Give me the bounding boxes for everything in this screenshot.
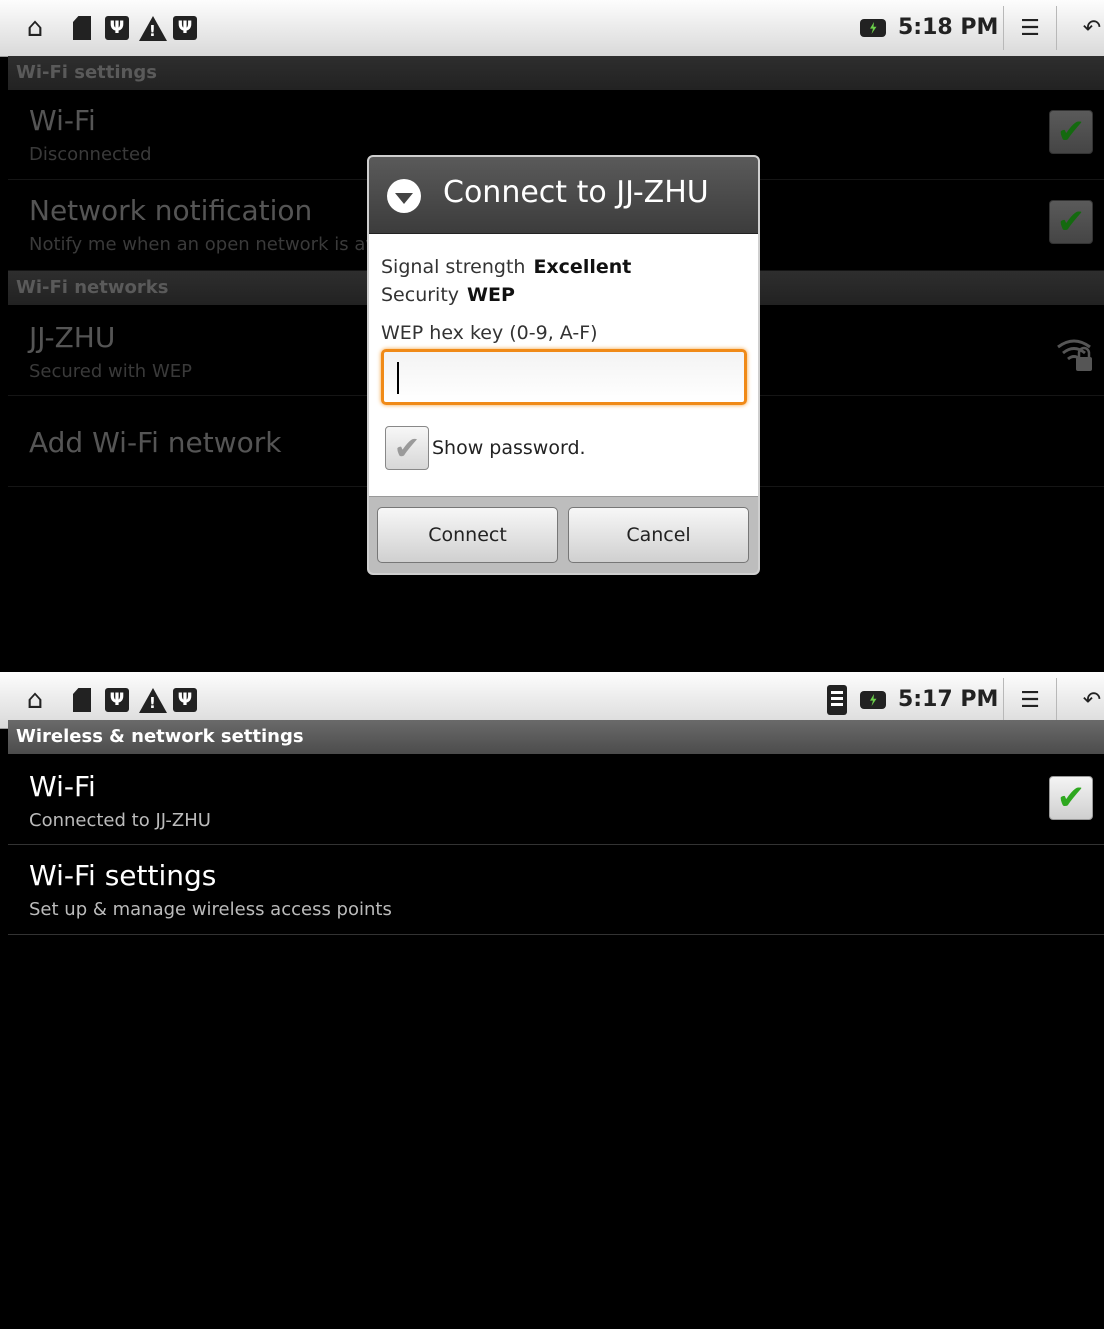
home-icon[interactable]: ⌂ <box>20 685 50 715</box>
show-password-label[interactable]: Show password. <box>432 437 586 459</box>
pref-title: Network notification <box>29 194 313 227</box>
pref-summary: Set up & manage wireless access points <box>29 899 392 920</box>
wifi-signal-icon <box>826 685 848 715</box>
dropdown-arrow-icon <box>387 179 421 213</box>
warning-icon: ! <box>138 686 168 714</box>
wep-key-label: WEP hex key (0-9, A-F) <box>381 322 598 344</box>
usb-icon: Ψ <box>172 686 198 714</box>
back-icon[interactable]: ↶ <box>1080 14 1104 42</box>
pref-title: Add Wi-Fi network <box>29 426 282 459</box>
pref-title: Wi-Fi <box>29 104 96 137</box>
wifi-settings-pref[interactable]: Wi-Fi settings Set up & manage wireless … <box>8 845 1104 935</box>
sd-card-icon <box>72 686 92 714</box>
dialog-title-bar: Connect to JJ-ZHU <box>369 157 758 234</box>
pref-summary: Disconnected <box>29 144 152 165</box>
status-bar: ⌂ Ψ ! Ψ 5:18 PM ☰ ↶ <box>0 0 1104 57</box>
security-value: WEP <box>467 284 515 306</box>
network-security-summary: Secured with WEP <box>29 361 192 382</box>
warning-icon: ! <box>138 14 168 42</box>
usb-icon: Ψ <box>172 14 198 42</box>
wifi-lock-icon <box>1054 333 1094 373</box>
network-ssid: JJ-ZHU <box>29 321 116 354</box>
dialog-button-bar: Connect Cancel <box>369 496 758 573</box>
sd-card-icon <box>72 14 92 42</box>
menu-icon[interactable]: ☰ <box>1018 14 1042 42</box>
battery-icon <box>858 686 888 714</box>
dialog-body: Signal strength Excellent Security WEP WEP… <box>369 234 758 496</box>
security-label: Security <box>381 284 460 306</box>
signal-strength-label: Signal strength <box>381 256 526 278</box>
connect-button[interactable]: Connect <box>377 507 558 563</box>
clock: 5:18 PM <box>898 15 999 40</box>
text-cursor <box>397 362 399 394</box>
section-header-wireless-network: Wireless & network settings <box>8 720 1104 754</box>
pref-title: Wi-Fi settings <box>29 859 217 892</box>
signal-strength-row: Signal strength Excellent <box>381 256 631 278</box>
cancel-button[interactable]: Cancel <box>568 507 749 563</box>
wireless-network-settings-screen: ⌂ Ψ ! Ψ 5:17 PM ☰ ↶ Wireless & network s… <box>0 672 1104 1329</box>
dialog-title: Connect to JJ-ZHU <box>443 175 709 210</box>
security-row: Security WEP <box>381 284 515 306</box>
home-icon[interactable]: ⌂ <box>20 13 50 43</box>
usb-icon: Ψ <box>104 14 130 42</box>
notification-checkbox[interactable]: ✔ <box>1049 200 1093 244</box>
battery-icon <box>858 14 888 42</box>
wifi-settings-screen: ⌂ Ψ ! Ψ 5:18 PM ☰ ↶ Wi-Fi settings Wi-Fi… <box>0 0 1104 672</box>
clock: 5:17 PM <box>898 687 999 712</box>
connect-dialog: Connect to JJ-ZHU Signal strength Excelle… <box>367 155 760 575</box>
back-icon[interactable]: ↶ <box>1080 686 1104 714</box>
menu-icon[interactable]: ☰ <box>1018 686 1042 714</box>
usb-icon: Ψ <box>104 686 130 714</box>
wifi-toggle-pref[interactable]: Wi-Fi Connected to JJ-ZHU ✔ <box>8 754 1104 845</box>
section-header-wifi-settings: Wi-Fi settings <box>8 56 1104 90</box>
wifi-checkbox[interactable]: ✔ <box>1049 110 1093 154</box>
signal-strength-value: Excellent <box>533 256 632 278</box>
wep-key-input[interactable] <box>381 349 747 405</box>
show-password-checkbox[interactable]: ✔ <box>385 426 429 470</box>
wifi-checkbox[interactable]: ✔ <box>1049 776 1093 820</box>
pref-summary: Connected to JJ-ZHU <box>29 810 211 831</box>
pref-title: Wi-Fi <box>29 770 96 803</box>
